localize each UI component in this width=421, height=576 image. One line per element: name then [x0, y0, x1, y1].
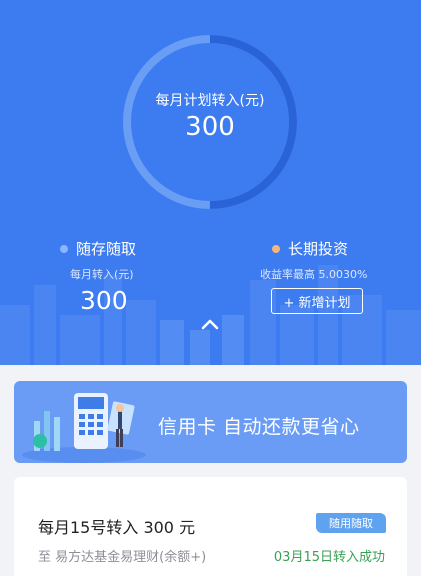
- plan-status: 03月15日转入成功: [273, 550, 385, 565]
- plan-target: 至 易方达基金易理财(余额+): [38, 550, 207, 565]
- flexible-sub-label: 每月转入(元): [70, 268, 134, 281]
- flexible-dot-icon: [60, 244, 68, 253]
- plan-card[interactable]: 每月15号转入 300 元 随用随取 至 易方达基金易理财(余额+) 03月15…: [14, 477, 407, 576]
- monthly-plan-label: 每月计划转入(元): [155, 93, 265, 109]
- hero-panel: 每月计划转入(元) 300 随存随取 每月转入(元) 300 长期投资 收益率最…: [0, 0, 421, 365]
- flexible-amount: 300: [80, 286, 128, 315]
- credit-card-banner[interactable]: 信用卡 自动还款更省心: [14, 381, 407, 463]
- option-flexible-label: 随存随取: [76, 240, 137, 258]
- credit-card-illustration: [22, 393, 146, 463]
- banner-text: 信用卡 自动还款更省心: [158, 416, 360, 438]
- long-term-yield: 收益率最高 5.0030%: [260, 268, 368, 281]
- option-flexible[interactable]: 随存随取: [60, 238, 136, 259]
- option-long-term[interactable]: 长期投资: [272, 238, 348, 259]
- chevron-up-icon[interactable]: [200, 317, 220, 331]
- plan-title: 每月15号转入 300 元: [38, 518, 196, 537]
- long-term-dot-icon: [272, 244, 280, 253]
- monthly-plan-value: 300: [185, 112, 235, 142]
- add-plan-button[interactable]: + 新增计划: [271, 288, 363, 314]
- plan-badge: 随用随取: [316, 513, 386, 533]
- option-long-term-label: 长期投资: [288, 240, 349, 258]
